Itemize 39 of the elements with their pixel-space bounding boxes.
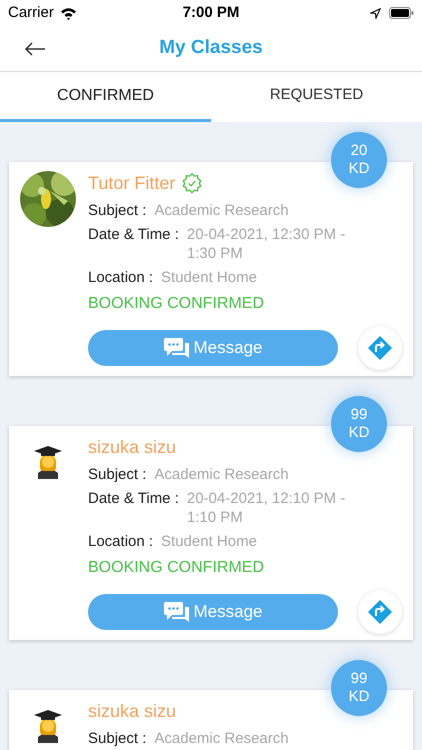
page-title: My Classes [159,36,263,60]
detail-label: Location : [88,268,154,287]
directions-button[interactable] [358,326,402,370]
booking-status: BOOKING CONFIRMED [88,558,266,578]
detail-value: Student Home [161,532,258,551]
student-avatar-icon [32,707,64,743]
chat-bubbles-icon [164,337,190,359]
carrier-label: Carrier [8,2,54,23]
location-arrow-icon [370,8,381,18]
detail-value: Academic Research [154,729,290,748]
detail-label: Subject : [88,201,146,220]
tutor-name: sizuka sizu [88,438,176,456]
price-badge: 99 KD [331,396,387,452]
price-badge: 99 KD [331,660,387,716]
directions-button[interactable] [358,590,402,634]
detail-value: 20-04-2021, 12:10 PM - 1:10 PM [186,489,346,527]
detail-label: Subject : [88,729,146,748]
detail-label: Date & Time : [88,225,179,245]
tutor-name: Tutor Fitter [88,174,176,192]
back-arrow-icon [24,42,46,56]
tab[interactable]: REQUESTED [211,72,422,122]
detail-label: Date & Time : [88,489,179,509]
chat-bubbles-icon [164,601,190,623]
detail-value: 20-04-2021, 12:30 PM - 1:30 PM [186,225,346,263]
detail-value: Academic Research [154,201,290,220]
battery-icon [388,7,414,19]
directions-icon [367,599,393,625]
tutor-name: sizuka sizu [88,702,176,720]
price-badge: 20 KD [331,132,387,188]
tab[interactable]: CONFIRMED [0,72,211,122]
detail-label: Location : [88,532,154,551]
detail-value: Academic Research [154,465,290,484]
directions-icon [367,335,393,361]
wifi-icon [60,6,77,20]
detail-value: Student Home [161,268,258,287]
student-avatar-icon [32,443,64,479]
status-time: 7:00 PM [182,2,240,23]
detail-label: Subject : [88,465,146,484]
booking-status: BOOKING CONFIRMED [88,294,266,314]
